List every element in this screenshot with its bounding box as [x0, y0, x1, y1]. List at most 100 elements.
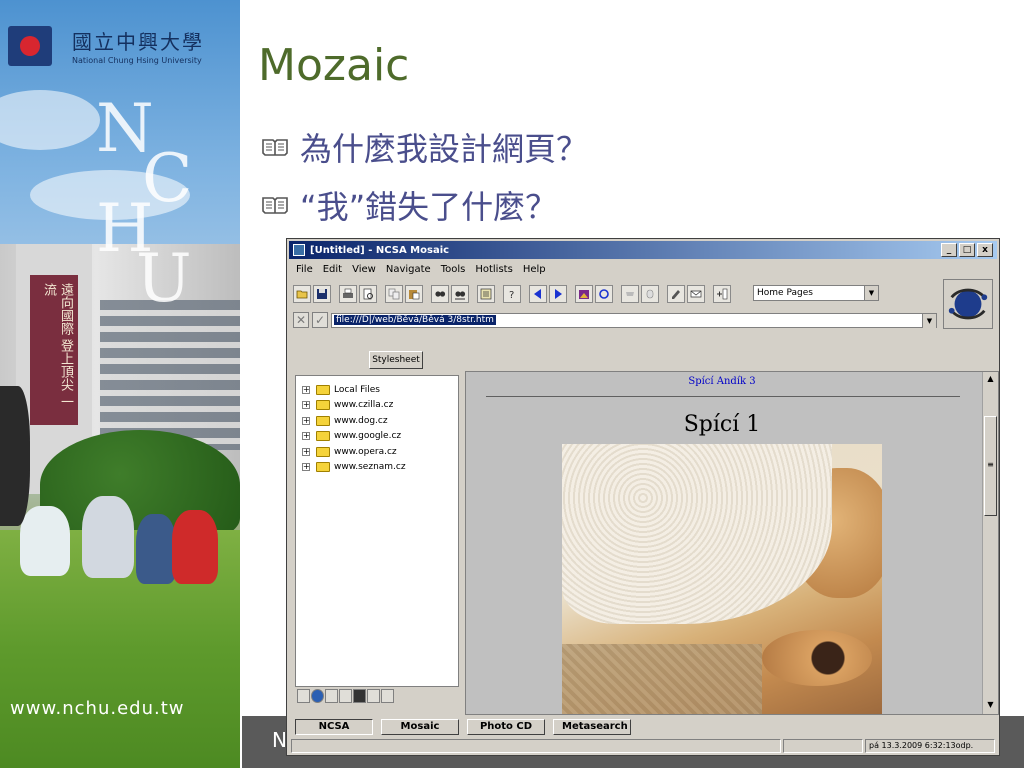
slide-title: Mozaic	[258, 40, 410, 91]
expand-icon[interactable]: +	[302, 401, 310, 410]
tab-photo-cd[interactable]: Photo CD	[467, 719, 545, 735]
tab-metasearch[interactable]: Metasearch	[553, 719, 631, 735]
stop-icon[interactable]	[621, 285, 639, 303]
close-button[interactable]: x	[977, 243, 993, 257]
tree-item[interactable]: + Local Files	[296, 382, 458, 398]
reload-icon[interactable]	[595, 285, 613, 303]
expand-icon[interactable]: +	[302, 432, 310, 441]
expand-icon[interactable]: +	[302, 447, 310, 456]
print-preview-icon[interactable]	[359, 285, 377, 303]
menu-tools[interactable]: Tools	[436, 262, 471, 278]
stylesheet-button[interactable]: Stylesheet	[369, 351, 423, 369]
maximize-button[interactable]: □	[959, 243, 975, 257]
notes-icon[interactable]	[367, 689, 380, 703]
hotlist-select-value: Home Pages	[757, 288, 813, 298]
university-name-en: National Chung Hsing University	[72, 56, 202, 65]
document-view: Spící Andík 3 Spící 1 ▲ ≡ ▼	[465, 371, 999, 715]
cloud-decoration	[0, 90, 100, 150]
expand-icon[interactable]: +	[302, 416, 310, 425]
forward-icon[interactable]	[549, 285, 567, 303]
home-icon[interactable]	[575, 285, 593, 303]
university-url: www.nchu.edu.tw	[10, 698, 185, 719]
minimize-button[interactable]: _	[941, 243, 957, 257]
menu-help[interactable]: Help	[518, 262, 551, 278]
cancel-url-icon[interactable]: ✕	[293, 312, 309, 328]
tree-item[interactable]: + www.czilla.cz	[296, 398, 458, 414]
folder-icon	[316, 415, 330, 426]
add-hotlist-icon[interactable]	[713, 285, 731, 303]
menu-edit[interactable]: Edit	[318, 262, 347, 278]
annotate-icon[interactable]	[667, 285, 685, 303]
paste-icon[interactable]	[405, 285, 423, 303]
status-datetime: pá 13.3.2009 6:32:13odp.	[865, 739, 995, 753]
tree-item[interactable]: + www.google.cz	[296, 429, 458, 445]
help-icon[interactable]: ?	[503, 285, 521, 303]
url-input[interactable]: file:///D|/web/Běvá/Běvá 3/8str.htm ▼	[331, 313, 937, 328]
vertical-scrollbar[interactable]: ▲ ≡ ▼	[982, 372, 998, 714]
student-figure	[82, 496, 134, 578]
tree-item-label: www.seznam.cz	[334, 462, 406, 473]
window-controls: _ □ x	[941, 243, 993, 257]
disk-icon[interactable]	[353, 689, 366, 703]
rug-texture	[562, 644, 762, 714]
tree-item-label: Local Files	[334, 384, 380, 395]
menu-navigate[interactable]: Navigate	[381, 262, 436, 278]
bullet-item: 為什麼我設計網頁？	[262, 118, 588, 176]
copy-icon[interactable]	[385, 285, 403, 303]
horizontal-rule	[486, 396, 960, 397]
find-icon[interactable]	[431, 285, 449, 303]
expand-icon[interactable]: +	[302, 385, 310, 394]
monogram-letter: U	[136, 240, 192, 317]
decorative-sidebar: 遠向國際 登上頂尖 一流 國立中興大學 National Chung Hsing…	[0, 0, 240, 768]
menu-view[interactable]: View	[347, 262, 381, 278]
hand-icon[interactable]	[641, 285, 659, 303]
hotlist-tree: + Local Files + www.czilla.cz + www.dog.cz …	[295, 375, 459, 687]
tree-item-label: www.opera.cz	[334, 446, 397, 457]
tree-item[interactable]: + www.dog.cz	[296, 413, 458, 429]
scroll-down-icon[interactable]: ▼	[985, 700, 996, 712]
student-figure	[172, 510, 218, 584]
back-icon[interactable]	[529, 285, 547, 303]
chevron-down-icon[interactable]: ▼	[922, 314, 936, 328]
folder-icon	[316, 462, 330, 473]
print-icon[interactable]	[339, 285, 357, 303]
page-icon[interactable]	[325, 689, 338, 703]
bullet-list: 為什麼我設計網頁？ “我”錯失了什麼？	[262, 118, 588, 234]
document-heading: Spící 1	[683, 412, 761, 437]
help-icon[interactable]	[381, 689, 394, 703]
tree-item[interactable]: + www.opera.cz	[296, 444, 458, 460]
tree-item[interactable]: + www.seznam.cz	[296, 460, 458, 476]
find-next-icon[interactable]	[451, 285, 469, 303]
tree-view-icon[interactable]	[297, 689, 310, 703]
bullet-item: “我”錯失了什麼？	[262, 176, 588, 234]
expand-icon[interactable]: +	[302, 463, 310, 472]
scroll-up-icon[interactable]: ▲	[985, 374, 996, 386]
tab-ncsa[interactable]: NCSA	[295, 719, 373, 735]
document-icon[interactable]	[477, 285, 495, 303]
url-controls: ✕ ✓	[293, 311, 328, 329]
toolbar: ?	[293, 283, 731, 305]
student-figure	[20, 506, 70, 576]
folder-icon	[316, 431, 330, 442]
chevron-down-icon[interactable]: ▼	[864, 286, 878, 300]
hotlist-select[interactable]: Home Pages ▼	[753, 285, 879, 301]
globe-icon[interactable]	[311, 689, 324, 703]
mail-icon[interactable]	[687, 285, 705, 303]
book-icon	[262, 195, 288, 215]
tab-mosaic[interactable]: Mosaic	[381, 719, 459, 735]
folder-icon	[316, 446, 330, 457]
foreground-figure	[0, 386, 30, 526]
bullet-text: 為什麼我設計網頁？	[300, 130, 589, 168]
document-header: Spící Andík 3	[688, 376, 756, 387]
bottom-tab-bar: NCSA Mosaic Photo CD Metasearch	[295, 719, 631, 735]
menu-bar: File Edit View Navigate Tools Hotlists H…	[291, 262, 551, 278]
accept-url-icon[interactable]: ✓	[312, 312, 328, 328]
open-icon[interactable]	[293, 285, 311, 303]
student-figure	[136, 514, 176, 584]
university-logo-icon	[8, 26, 52, 66]
save-icon[interactable]	[313, 285, 331, 303]
menu-hotlists[interactable]: Hotlists	[470, 262, 517, 278]
pen-icon[interactable]	[339, 689, 352, 703]
menu-file[interactable]: File	[291, 262, 318, 278]
scroll-thumb[interactable]: ≡	[984, 416, 997, 516]
